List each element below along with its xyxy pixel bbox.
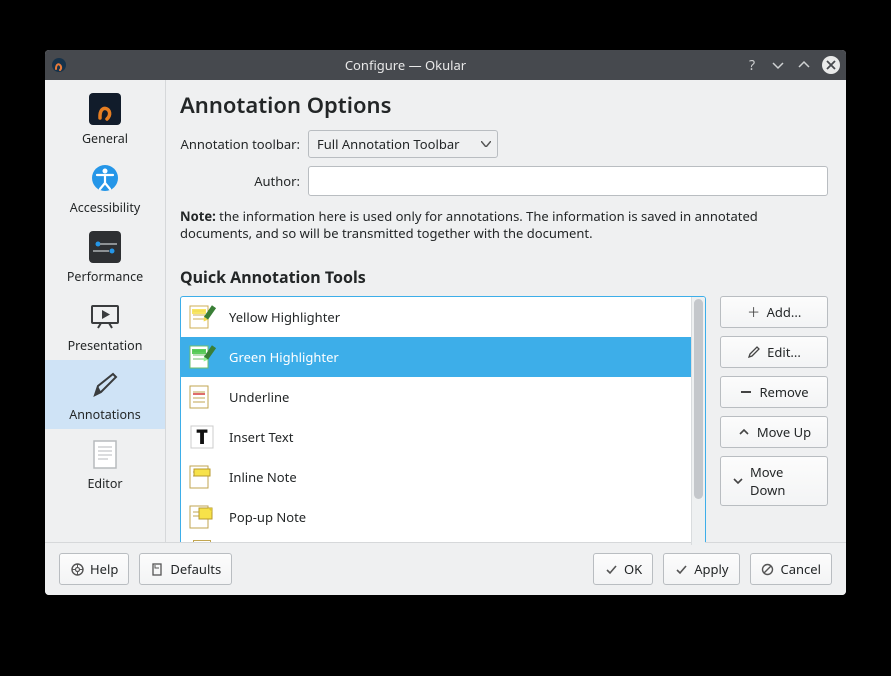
maximize-icon[interactable] — [796, 57, 812, 73]
green-highlighter-icon — [187, 342, 217, 372]
button-label: Defaults — [170, 560, 221, 578]
document-revert-icon — [150, 562, 164, 576]
annotation-toolbar-select[interactable]: Full Annotation Toolbar — [308, 130, 498, 158]
cancel-icon — [761, 562, 775, 576]
svg-text:T: T — [196, 423, 208, 450]
button-label: Remove — [759, 383, 808, 401]
button-label: Move Down — [750, 463, 817, 499]
titlebar: Configure — Okular ? — [45, 50, 846, 80]
sidebar-item-label: General — [82, 130, 128, 147]
sidebar-item-editor[interactable]: Editor — [45, 429, 165, 498]
quick-tools-heading: Quick Annotation Tools — [180, 266, 828, 288]
list-item[interactable]: Yellow Highlighter — [181, 297, 691, 337]
list-item-label: Inline Note — [229, 468, 297, 486]
okular-icon — [88, 92, 122, 126]
list-item[interactable]: Inline Note — [181, 457, 691, 497]
performance-icon — [88, 230, 122, 264]
sidebar-item-label: Presentation — [68, 337, 143, 354]
minimize-icon[interactable] — [770, 57, 786, 73]
button-label: Cancel — [781, 560, 821, 578]
list-item[interactable]: Green Highlighter — [181, 337, 691, 377]
help-button[interactable]: Help — [59, 553, 129, 585]
list-item-label: Underline — [229, 388, 289, 406]
annotations-icon — [88, 368, 122, 402]
check-icon — [674, 562, 688, 576]
sidebar-item-label: Annotations — [69, 406, 141, 423]
chevron-down-icon — [731, 474, 744, 488]
sidebar-item-accessibility[interactable]: Accessibility — [45, 153, 165, 222]
button-label: OK — [624, 560, 642, 578]
remove-button[interactable]: Remove — [720, 376, 828, 408]
list-item-label: Yellow Highlighter — [229, 308, 340, 326]
button-label: Edit... — [767, 343, 801, 361]
editor-icon — [88, 437, 122, 471]
underline-icon — [187, 382, 217, 412]
cancel-button[interactable]: Cancel — [750, 553, 832, 585]
sidebar-item-annotations[interactable]: Annotations — [45, 360, 165, 429]
defaults-button[interactable]: Defaults — [139, 553, 232, 585]
list-item-label: Insert Text — [229, 428, 293, 446]
sidebar-item-label: Accessibility — [70, 199, 141, 216]
list-item[interactable]: Underline — [181, 377, 691, 417]
bottom-bar: Help Defaults OK Apply Cancel — [45, 542, 846, 595]
list-item[interactable]: T Insert Text — [181, 417, 691, 457]
plus-icon: ＋ — [747, 305, 761, 319]
add-button[interactable]: ＋ Add... — [720, 296, 828, 328]
window-buttons: ? — [744, 56, 840, 74]
tools-area: Yellow Highlighter Green Highlighter — [180, 296, 828, 546]
list-item-label: Green Highlighter — [229, 348, 339, 366]
sidebar-item-label: Editor — [87, 475, 122, 492]
tools-list-panel: Yellow Highlighter Green Highlighter — [180, 296, 706, 546]
page-heading: Annotation Options — [180, 90, 828, 120]
note-bold: Note: — [180, 207, 216, 225]
app-icon — [51, 57, 67, 73]
move-down-button[interactable]: Move Down — [720, 456, 828, 506]
author-input[interactable] — [308, 166, 828, 196]
scrollbar[interactable] — [691, 297, 705, 545]
presentation-icon — [88, 299, 122, 333]
toolbar-label: Annotation toolbar: — [180, 135, 300, 153]
chevron-up-icon — [737, 425, 751, 439]
toolbar-row: Annotation toolbar: Full Annotation Tool… — [180, 130, 828, 158]
edit-button[interactable]: Edit... — [720, 336, 828, 368]
yellow-highlighter-icon — [187, 302, 217, 332]
accessibility-icon — [88, 161, 122, 195]
content-pane: Annotation Options Annotation toolbar: F… — [165, 80, 846, 542]
sidebar-item-general[interactable]: General — [45, 84, 165, 153]
scrollbar-thumb[interactable] — [694, 299, 703, 499]
ok-button[interactable]: OK — [593, 553, 653, 585]
popup-note-icon — [187, 502, 217, 532]
tools-listbox[interactable]: Yellow Highlighter Green Highlighter — [181, 297, 691, 545]
button-label: Apply — [694, 560, 728, 578]
close-icon[interactable] — [822, 56, 840, 74]
sidebar-item-label: Performance — [67, 268, 143, 285]
help-icon[interactable]: ? — [744, 57, 760, 73]
inline-note-icon — [187, 462, 217, 492]
author-row: Author: — [180, 166, 828, 196]
list-item[interactable]: Pop-up Note — [181, 497, 691, 537]
insert-text-icon: T — [187, 422, 217, 452]
note-body: the information here is used only for an… — [180, 207, 758, 242]
move-up-button[interactable]: Move Up — [720, 416, 828, 448]
check-icon — [604, 562, 618, 576]
button-label: Add... — [767, 303, 802, 321]
sidebar-item-presentation[interactable]: Presentation — [45, 291, 165, 360]
configure-dialog: Configure — Okular ? General Accessibili… — [45, 50, 846, 595]
sidebar: General Accessibility Performance Presen… — [45, 80, 165, 542]
apply-button[interactable]: Apply — [663, 553, 739, 585]
life-ring-icon — [70, 562, 84, 576]
sidebar-item-performance[interactable]: Performance — [45, 222, 165, 291]
note-text: Note: the information here is used only … — [180, 208, 828, 242]
minus-icon — [739, 385, 753, 399]
tool-buttons: ＋ Add... Edit... Remove — [720, 296, 828, 506]
window-title: Configure — Okular — [73, 56, 738, 74]
button-label: Help — [90, 560, 118, 578]
author-label: Author: — [180, 172, 300, 190]
button-label: Move Up — [757, 423, 811, 441]
pencil-icon — [747, 345, 761, 359]
list-item-label: Pop-up Note — [229, 508, 306, 526]
